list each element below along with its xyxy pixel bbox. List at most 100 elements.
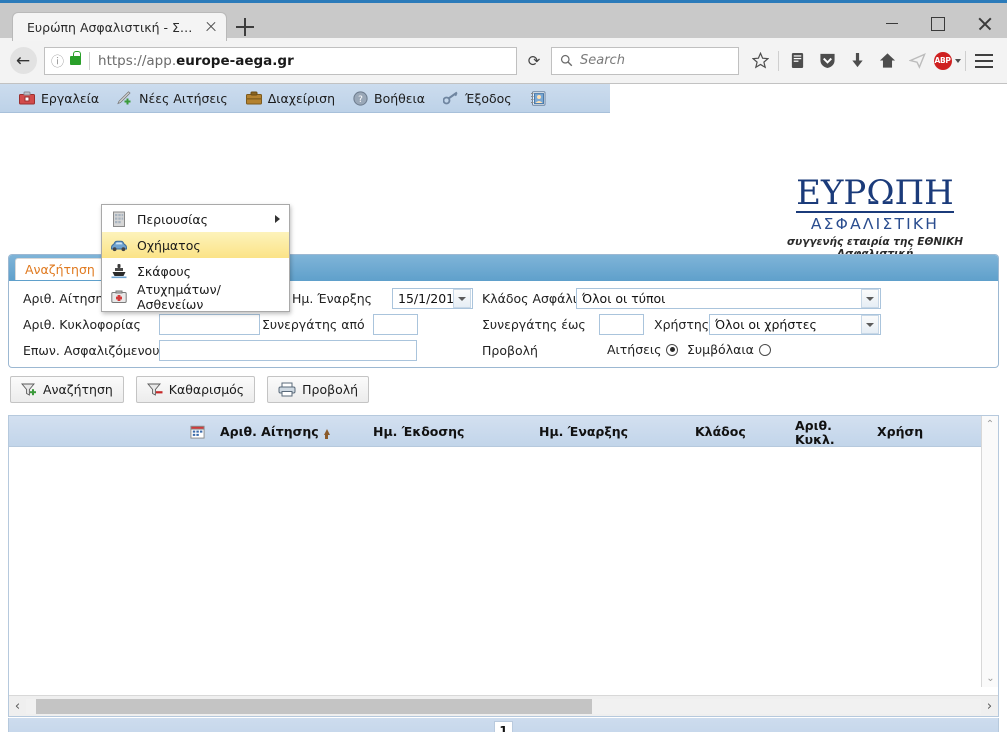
menu-item-diaxeirisi[interactable]: Διαχείριση	[237, 86, 344, 110]
chevron-down-icon[interactable]	[954, 58, 961, 63]
calendar-icon	[190, 425, 205, 439]
grid-col-app-no[interactable]: Αριθ. Αίτησης	[220, 416, 330, 447]
browser-tab[interactable]: Ευρώπη Ασφαλιστική - Σύστ...	[12, 12, 227, 41]
contacts-icon	[530, 90, 546, 106]
menu-item-contacts[interactable]	[521, 86, 561, 110]
exit-key-icon	[443, 91, 459, 105]
url-subdomain: app.	[146, 52, 177, 69]
grid-col-reg-no[interactable]: Αριθ. Κυκλ.	[795, 416, 835, 447]
combo-start-date-arrow[interactable]	[453, 289, 471, 308]
pocket-shield-icon[interactable]	[812, 46, 842, 76]
dropdown-item-oximatos[interactable]: Οχήματος	[102, 232, 289, 258]
site-info-icon[interactable]: ⓘ	[51, 51, 64, 70]
address-bar[interactable]: ⓘ https://app.europe-aega.gr	[44, 46, 517, 75]
scroll-up-icon[interactable]: ⌃	[982, 416, 998, 433]
combo-user-arrow[interactable]	[861, 315, 879, 334]
menu-item-exodos[interactable]: Έξοδος	[434, 86, 521, 110]
tab-anazitisi[interactable]: Αναζήτηση	[15, 258, 105, 280]
label-partner-from: Συνεργάτης από	[262, 317, 365, 332]
menu-item-label: Νέες Αιτήσεις	[139, 90, 228, 106]
hscroll-track[interactable]	[26, 698, 981, 714]
grid-col-branch[interactable]: Κλάδος	[695, 416, 746, 447]
bookmark-star-icon[interactable]	[745, 46, 775, 76]
hscroll-thumb[interactable]	[36, 698, 592, 714]
grid-horizontal-scrollbar[interactable]: ‹ ›	[9, 695, 998, 716]
window-controls	[869, 6, 1007, 41]
browser-tab-title: Ευρώπη Ασφαλιστική - Σύστ...	[27, 19, 198, 35]
dropdown-item-skafous[interactable]: Σκάφους	[102, 258, 289, 284]
grid-col-branch-label: Κλάδος	[695, 424, 746, 439]
new-applications-dropdown: Περιουσίας Οχήματος Σκάφους Ατυχημάτων/Α…	[101, 204, 290, 312]
label-app-no: Αριθ. Αίτησης	[23, 291, 111, 306]
grid-col-issue-date[interactable]: Ημ. Έκδοσης	[373, 416, 464, 447]
logo-subtitle: ΑΣΦΑΛΙΣΤΙΚΗ	[810, 215, 940, 233]
browser-titlebar: Ευρώπη Ασφαλιστική - Σύστ...	[0, 0, 1007, 41]
print-preview-button[interactable]: Προβολή	[267, 376, 370, 403]
radio-symvolaia-dot[interactable]	[758, 343, 771, 356]
scroll-left-icon[interactable]: ‹	[9, 699, 26, 714]
menu-item-voitheia[interactable]: ? Βοήθεια	[344, 86, 434, 110]
dropdown-item-label: Οχήματος	[137, 237, 201, 253]
back-button[interactable]: ←	[8, 46, 38, 76]
grid-col-start-date[interactable]: Ημ. Έναρξης	[539, 416, 628, 447]
label-reg-no: Αριθ. Κυκλοφορίας	[23, 317, 141, 332]
dropdown-item-label: Ατυχημάτων/Ασθενείων	[137, 282, 221, 312]
label-start-date: Ημ. Έναρξης	[292, 291, 373, 306]
building-icon	[110, 210, 128, 228]
window-minimize-button[interactable]	[869, 6, 915, 41]
grid-col-issue-date-label: Ημ. Έκδοσης	[373, 424, 465, 439]
menu-hamburger-icon[interactable]	[969, 46, 999, 76]
grid-col-use-label: Χρήση	[877, 424, 924, 439]
combo-branch[interactable]: Όλοι οι τύποι	[576, 288, 881, 309]
search-button[interactable]: Αναζήτηση	[10, 376, 124, 403]
radio-aitiseis-dot[interactable]	[666, 343, 679, 356]
tab-strip: Ευρώπη Ασφαλιστική - Σύστ...	[0, 6, 1007, 41]
menu-item-label: Έξοδος	[465, 90, 512, 106]
dropdown-item-periousias[interactable]: Περιουσίας	[102, 206, 289, 232]
input-insured-name[interactable]	[159, 340, 417, 361]
grid-col-use[interactable]: Χρήση	[877, 416, 923, 447]
input-partner-to[interactable]	[599, 314, 644, 335]
grid-col-calendar-icon[interactable]	[190, 416, 205, 447]
combo-user-value: Όλοι οι χρήστες	[715, 317, 817, 332]
label-insured-name: Επων. Ασφαλιζόμενου	[23, 343, 160, 358]
home-icon[interactable]	[872, 46, 902, 76]
browser-toolbar-icons: ABP	[745, 46, 999, 76]
tab-anazitisi-label: Αναζήτηση	[25, 262, 95, 277]
menu-item-label: Βοήθεια	[374, 90, 426, 106]
adblock-badge: ABP	[933, 51, 952, 70]
grid-col-start-date-label: Ημ. Έναρξης	[539, 424, 629, 439]
input-reg-no[interactable]	[159, 314, 260, 335]
input-partner-from[interactable]	[373, 314, 418, 335]
clear-button-label: Καθαρισμός	[168, 382, 245, 397]
pencil-plus-icon	[117, 91, 133, 105]
combo-branch-arrow[interactable]	[861, 289, 879, 308]
reload-icon[interactable]: ⟳	[521, 48, 547, 74]
scroll-right-icon[interactable]: ›	[981, 699, 998, 714]
library-icon[interactable]	[782, 46, 812, 76]
adblock-plus-icon[interactable]: ABP	[932, 46, 962, 76]
downloads-icon[interactable]	[842, 46, 872, 76]
url-protocol: https://	[98, 52, 147, 69]
browser-search-box[interactable]: Search	[551, 46, 739, 75]
combo-user[interactable]: Όλοι οι χρήστες	[709, 314, 881, 335]
grid-vertical-scrollbar[interactable]: ⌃ ⌄	[981, 416, 998, 687]
window-maximize-button[interactable]	[915, 6, 961, 41]
toolbar-divider	[778, 50, 779, 71]
radio-aitiseis[interactable]: Αιτήσεις	[607, 342, 679, 357]
clear-button[interactable]: Καθαρισμός	[135, 376, 256, 403]
new-tab-icon[interactable]	[236, 18, 254, 36]
menu-item-nees-aitiseis[interactable]: Νέες Αιτήσεις	[108, 86, 237, 110]
tab-close-icon[interactable]	[202, 18, 220, 36]
combo-start-date[interactable]: 15/1/2017	[392, 288, 473, 309]
window-close-button[interactable]	[961, 6, 1007, 41]
menu-item-ergaleia[interactable]: Εργαλεία	[10, 86, 108, 110]
scroll-down-icon[interactable]: ⌄	[982, 670, 999, 687]
dropdown-item-atyximaton[interactable]: Ατυχημάτων/Ασθενείων	[102, 282, 289, 312]
company-logo: ΕΥΡΩΠΗ ΑΣΦΑΛΙΣΤΙΚΗ συγγενής εταιρία της …	[755, 176, 995, 260]
radio-symvolaia[interactable]: Συμβόλαια	[687, 342, 771, 357]
label-view: Προβολή	[482, 343, 538, 358]
grid-header-row: Αριθ. Αίτησης Ημ. Έκδοσης Ημ. Έναρξης Κλ…	[9, 416, 998, 447]
page-number-1[interactable]: 1	[494, 720, 513, 732]
send-tab-icon[interactable]	[902, 46, 932, 76]
